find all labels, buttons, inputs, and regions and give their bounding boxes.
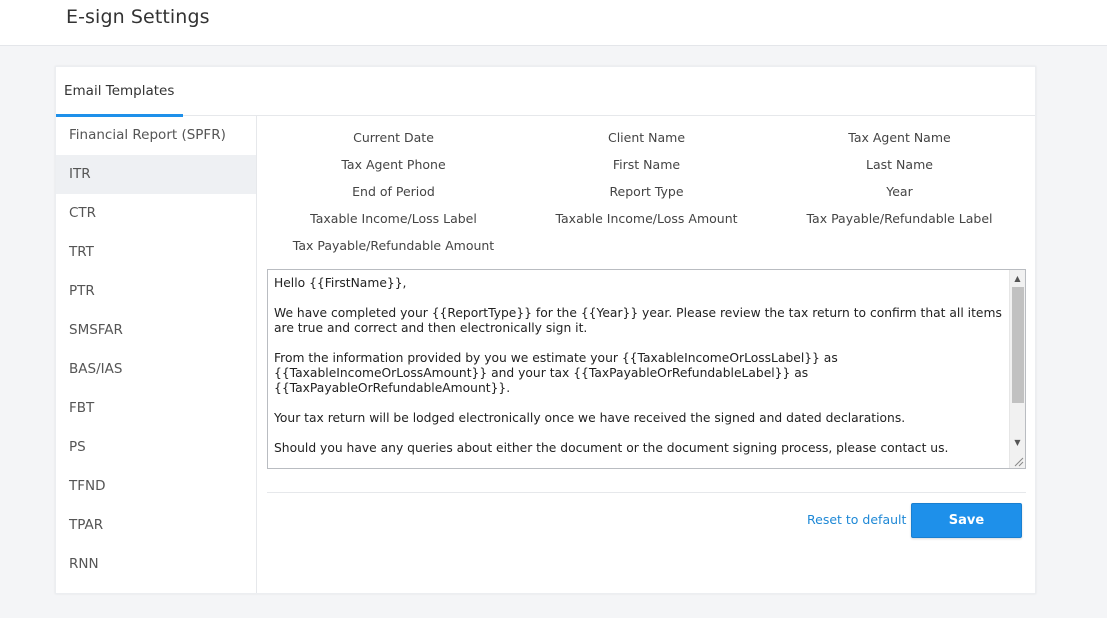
placeholder-tax-agent-phone[interactable]: Tax Agent Phone bbox=[267, 157, 520, 172]
placeholder-tax-payable-refundable-amount[interactable]: Tax Payable/Refundable Amount bbox=[267, 238, 520, 253]
placeholder-last-name[interactable]: Last Name bbox=[773, 157, 1026, 172]
scroll-down-icon[interactable]: ▼ bbox=[1010, 436, 1025, 450]
sidebar-item-ctr[interactable]: CTR bbox=[56, 194, 256, 233]
template-editor-panel: Current Date Client Name Tax Agent Name … bbox=[257, 116, 1035, 593]
sidebar-item-ps[interactable]: PS bbox=[56, 428, 256, 467]
sidebar-item-tpar[interactable]: TPAR bbox=[56, 506, 256, 545]
tab-email-templates[interactable]: Email Templates bbox=[56, 67, 183, 117]
page-title: E-sign Settings bbox=[66, 6, 210, 28]
placeholder-taxable-income-loss-amount[interactable]: Taxable Income/Loss Amount bbox=[520, 211, 773, 226]
placeholder-taxable-income-loss-label[interactable]: Taxable Income/Loss Label bbox=[267, 211, 520, 226]
sidebar-item-itr[interactable]: ITR bbox=[56, 155, 256, 194]
sidebar-item-ptr[interactable]: PTR bbox=[56, 272, 256, 311]
divider bbox=[267, 492, 1026, 493]
sidebar-item-trt[interactable]: TRT bbox=[56, 233, 256, 272]
editor-scrollbar[interactable]: ▲ ▼ bbox=[1009, 270, 1025, 468]
resize-grip-icon[interactable] bbox=[1012, 455, 1024, 467]
placeholder-first-name[interactable]: First Name bbox=[520, 157, 773, 172]
placeholder-tax-payable-refundable-label[interactable]: Tax Payable/Refundable Label bbox=[773, 211, 1026, 226]
sidebar-item-smsfar[interactable]: SMSFAR bbox=[56, 311, 256, 350]
email-body-textarea[interactable]: Hello {{FirstName}}, We have completed y… bbox=[267, 269, 1026, 469]
placeholder-end-of-period[interactable]: End of Period bbox=[267, 184, 520, 199]
template-sidebar: Financial Report (SPFR) ITR CTR TRT PTR … bbox=[56, 116, 257, 593]
email-body-text[interactable]: Hello {{FirstName}}, We have completed y… bbox=[274, 276, 1004, 462]
page-header: E-sign Settings bbox=[0, 0, 1107, 46]
scroll-up-icon[interactable]: ▲ bbox=[1010, 272, 1025, 286]
save-button[interactable]: Save bbox=[911, 503, 1022, 538]
sidebar-item-tfnd[interactable]: TFND bbox=[56, 467, 256, 506]
placeholder-client-name[interactable]: Client Name bbox=[520, 130, 773, 145]
tab-bar: Email Templates bbox=[56, 67, 1035, 117]
sidebar-item-bas-ias[interactable]: BAS/IAS bbox=[56, 350, 256, 389]
reset-to-default-link[interactable]: Reset to default bbox=[807, 512, 906, 527]
placeholder-year[interactable]: Year bbox=[773, 184, 1026, 199]
sidebar-item-financial-report[interactable]: Financial Report (SPFR) bbox=[56, 116, 256, 155]
placeholder-report-type[interactable]: Report Type bbox=[520, 184, 773, 199]
sidebar-item-fbt[interactable]: FBT bbox=[56, 389, 256, 428]
placeholder-current-date[interactable]: Current Date bbox=[267, 130, 520, 145]
sidebar-item-rnn[interactable]: RNN bbox=[56, 545, 256, 584]
placeholder-tax-agent-name[interactable]: Tax Agent Name bbox=[773, 130, 1026, 145]
settings-card: Email Templates Financial Report (SPFR) … bbox=[55, 66, 1036, 594]
scroll-thumb[interactable] bbox=[1012, 287, 1024, 403]
